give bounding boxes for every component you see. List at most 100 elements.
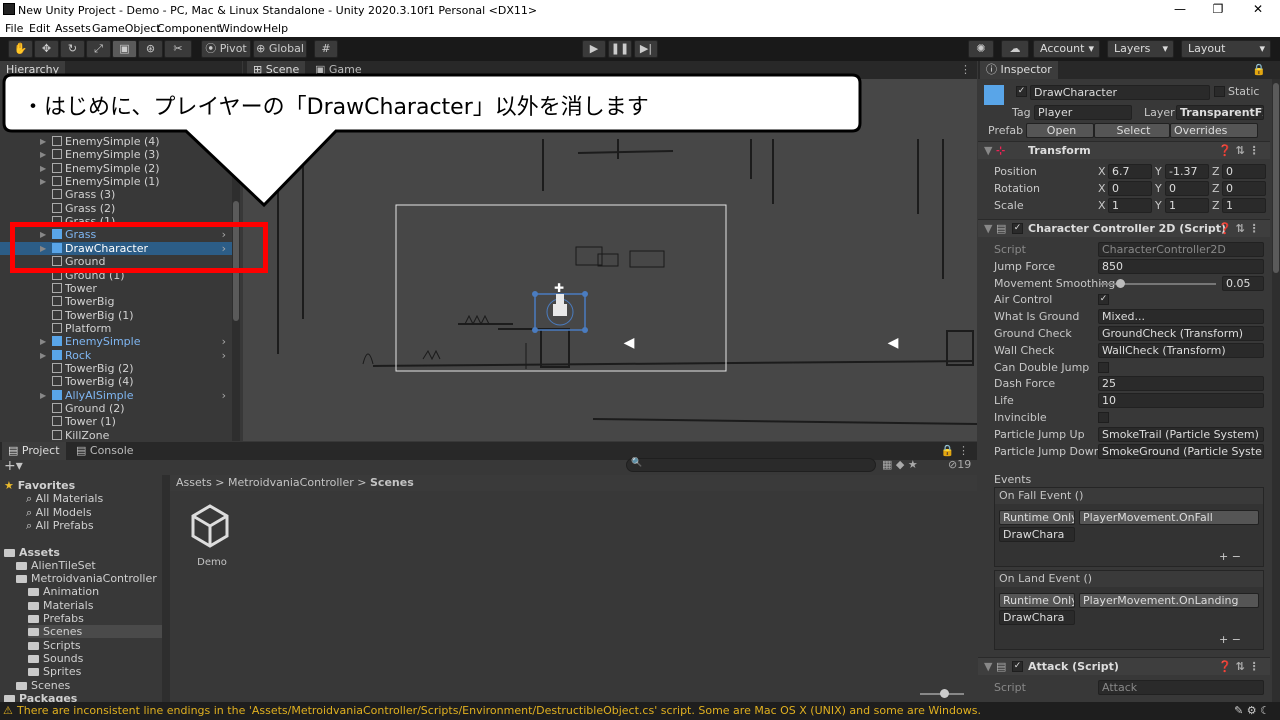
move-tool-icon[interactable]: ✥ xyxy=(34,40,59,58)
scale-x-field[interactable]: 1 xyxy=(1108,198,1152,213)
zoom-slider[interactable] xyxy=(920,689,964,698)
search-input[interactable]: 🔍 xyxy=(626,458,876,472)
expand-arrow-icon[interactable]: ▶ xyxy=(40,389,46,402)
slider-thumb[interactable] xyxy=(1116,278,1125,288)
transform-header[interactable]: ▼ ⊹ Transform ❓ ⇅ ⋮ xyxy=(978,141,1270,159)
particle-jump-down-field[interactable]: SmokeGround (Particle Syste xyxy=(1098,443,1264,459)
project-tree-item[interactable]: Scenes xyxy=(28,625,162,639)
tab-inspector[interactable]: ⓘ Inspector xyxy=(980,61,1058,79)
hierarchy-row[interactable]: TowerBig xyxy=(0,295,232,308)
project-tree-item[interactable]: Assets xyxy=(4,546,60,559)
hierarchy-row[interactable]: Ground (2) xyxy=(0,402,232,415)
hierarchy-row[interactable]: Tower xyxy=(0,282,232,295)
breadcrumb-scenes[interactable]: Scenes xyxy=(370,476,414,489)
transform-tool-icon[interactable]: ⊛ xyxy=(138,40,163,58)
dash-force-field[interactable]: 25 xyxy=(1098,376,1264,392)
hierarchy-row[interactable]: ▶ EnemySimple › xyxy=(0,335,232,348)
project-tree-item[interactable]: ⌕ All Prefabs xyxy=(26,519,94,532)
prefab-open-icon[interactable]: › xyxy=(222,389,226,402)
create-add-icon[interactable]: +▾ xyxy=(4,458,23,474)
position-x-field[interactable]: 6.7 xyxy=(1108,164,1152,179)
project-menu-icon[interactable]: 🔒 ⋮ xyxy=(941,444,969,457)
hierarchy-row[interactable]: Platform xyxy=(0,322,232,335)
status-icons[interactable]: ✎ ⚙ ☾ xyxy=(1234,702,1270,720)
fall-add-remove[interactable]: + − xyxy=(1219,550,1241,563)
rect-tool-icon[interactable]: ▣ xyxy=(112,40,137,58)
status-message[interactable]: There are inconsistent line endings in t… xyxy=(17,702,981,720)
scale-y-field[interactable]: 1 xyxy=(1165,198,1209,213)
fall-function-dropdown[interactable]: PlayerMovement.OnFall xyxy=(1079,510,1259,525)
land-function-dropdown[interactable]: PlayerMovement.OnLanding xyxy=(1079,593,1259,608)
prefab-open-icon[interactable]: › xyxy=(222,349,226,362)
scene-menu-icon[interactable]: ⋮ xyxy=(960,63,971,76)
expand-arrow-icon[interactable]: ▶ xyxy=(40,335,46,348)
project-tree-item[interactable]: Materials xyxy=(28,599,93,612)
cloud-icon[interactable]: ☁ xyxy=(1001,40,1029,58)
grid-snap-icon[interactable]: # xyxy=(314,40,338,58)
movement-smoothing-slider[interactable] xyxy=(1100,278,1216,288)
hierarchy-row[interactable]: TowerBig (1) xyxy=(0,309,232,322)
static-checkbox[interactable] xyxy=(1214,86,1225,97)
layers-dropdown[interactable]: Layers xyxy=(1107,40,1174,58)
attack-header[interactable]: ▼ ▤ ✓ Attack (Script) ❓ ⇅ ⋮ xyxy=(978,657,1270,675)
land-add-remove[interactable]: + − xyxy=(1219,633,1241,646)
tab-console[interactable]: ▤ Console xyxy=(70,442,140,460)
inspector-scrollbar[interactable] xyxy=(1272,79,1280,702)
life-field[interactable]: 10 xyxy=(1098,393,1264,409)
project-tree-item[interactable]: ⌕ All Models xyxy=(26,506,92,519)
fall-runtime-dropdown[interactable]: Runtime Only xyxy=(999,510,1075,525)
expand-arrow-icon[interactable]: ▶ xyxy=(40,349,46,362)
rotation-x-field[interactable]: 0 xyxy=(1108,181,1152,196)
hand-tool-icon[interactable]: ✋ xyxy=(8,40,33,58)
rotation-z-field[interactable]: 0 xyxy=(1222,181,1266,196)
active-checkbox[interactable]: ✓ xyxy=(1016,86,1027,97)
scale-tool-icon[interactable]: ⤢ xyxy=(86,40,111,58)
what-is-ground-field[interactable]: Mixed... xyxy=(1098,309,1264,325)
demo-scene-asset[interactable]: Demo xyxy=(187,502,237,572)
cc2d-menu-icon[interactable]: ❓ ⇅ ⋮ xyxy=(1218,220,1260,238)
close-icon[interactable]: ✕ xyxy=(1248,2,1268,18)
menu-window[interactable]: Window xyxy=(219,22,262,35)
prefab-open-button[interactable]: Open xyxy=(1026,123,1094,138)
tag-dropdown[interactable]: Player xyxy=(1034,105,1132,120)
object-name-field[interactable]: DrawCharacter xyxy=(1030,85,1210,100)
hidden-packages-count[interactable]: ⊘19 xyxy=(948,458,971,471)
project-tree-item[interactable]: AlienTileSet xyxy=(16,559,96,572)
wall-check-field[interactable]: WallCheck (Transform) xyxy=(1098,342,1264,358)
layer-dropdown[interactable]: TransparentFX xyxy=(1176,105,1264,120)
jump-force-field[interactable]: 850 xyxy=(1098,258,1264,274)
tree-scrollbar[interactable] xyxy=(162,475,170,702)
play-button[interactable]: ▶ xyxy=(582,40,606,58)
minimize-icon[interactable]: — xyxy=(1170,2,1190,18)
rotation-y-field[interactable]: 0 xyxy=(1165,181,1209,196)
prefab-open-icon[interactable]: › xyxy=(222,335,226,348)
prefab-select-button[interactable]: Select xyxy=(1094,123,1170,138)
project-tree-item[interactable]: Prefabs xyxy=(28,612,84,625)
menu-edit[interactable]: Edit xyxy=(29,22,50,35)
static-label[interactable]: Static xyxy=(1228,85,1259,98)
hierarchy-row[interactable]: KillZone xyxy=(0,429,232,441)
project-tree-item[interactable]: ★ Favorites xyxy=(4,479,75,492)
ground-check-field[interactable]: GroundCheck (Transform) xyxy=(1098,326,1264,341)
status-bar[interactable]: ⚠ There are inconsistent line endings in… xyxy=(0,702,1280,720)
hierarchy-row[interactable]: Tower (1) xyxy=(0,415,232,428)
layout-dropdown[interactable]: Layout xyxy=(1181,40,1271,58)
custom-tool-icon[interactable]: ✂ xyxy=(164,40,192,58)
step-button[interactable]: ▶| xyxy=(634,40,658,58)
breadcrumb-metroidvania[interactable]: MetroidvaniaController xyxy=(228,476,354,489)
player-sprite[interactable] xyxy=(553,294,567,316)
pivot-toggle[interactable]: ⦿ Pivot xyxy=(201,40,251,58)
attack-menu-icon[interactable]: ❓ ⇅ ⋮ xyxy=(1218,658,1260,676)
menu-gameobject[interactable]: GameObject xyxy=(92,22,161,35)
menu-assets[interactable]: Assets xyxy=(55,22,91,35)
invincible-checkbox[interactable] xyxy=(1098,412,1109,423)
hierarchy-row[interactable]: ▶ Rock › xyxy=(0,349,232,362)
menu-help[interactable]: Help xyxy=(263,22,288,35)
inspector-scroll-thumb[interactable] xyxy=(1273,83,1279,273)
project-tree-item[interactable]: Animation xyxy=(28,585,99,598)
hierarchy-row[interactable]: TowerBig (4) xyxy=(0,375,232,388)
movement-smoothing-field[interactable]: 0.05 xyxy=(1222,275,1264,291)
project-tree-item[interactable]: ⌕ All Materials xyxy=(26,492,103,505)
can-double-jump-checkbox[interactable] xyxy=(1098,361,1109,373)
position-z-field[interactable]: 0 xyxy=(1222,164,1266,179)
